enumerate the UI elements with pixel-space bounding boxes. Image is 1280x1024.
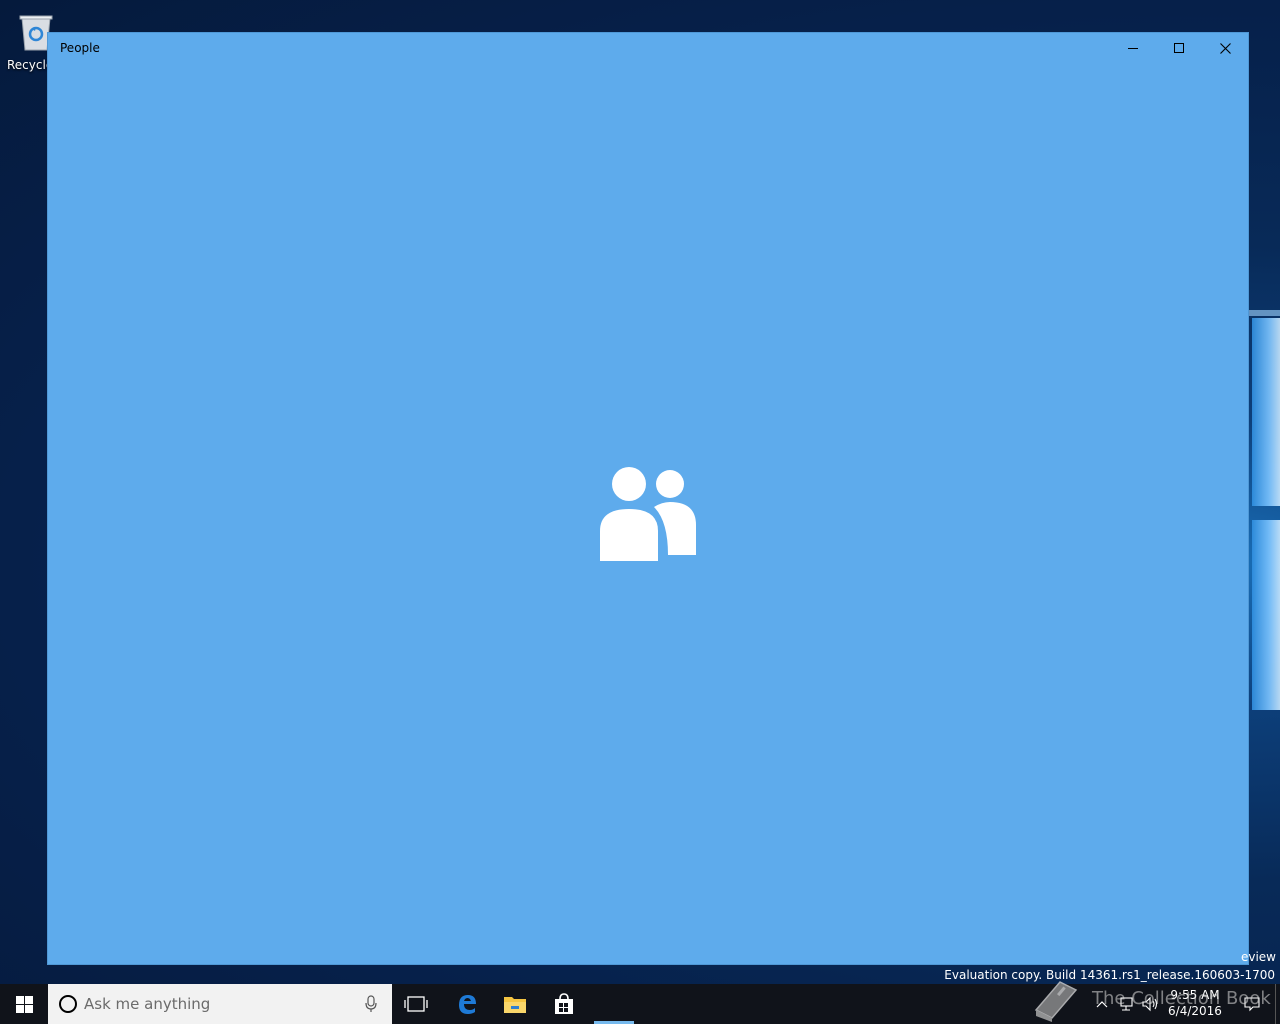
windows-logo-icon — [15, 995, 33, 1013]
start-button[interactable] — [0, 984, 48, 1024]
maximize-icon — [1174, 43, 1184, 53]
minimize-icon — [1128, 47, 1138, 49]
maximize-button[interactable] — [1156, 33, 1202, 63]
book-logo-icon — [1034, 981, 1078, 1022]
watermark-build-text: Evaluation copy. Build 14361.rs1_release… — [944, 968, 1275, 982]
cortana-icon[interactable] — [59, 995, 77, 1013]
search-placeholder: Ask me anything — [84, 995, 211, 1013]
people-taskbar-button[interactable] — [589, 984, 637, 1024]
microphone-icon[interactable] — [364, 995, 378, 1013]
window-titlebar[interactable]: People — [48, 33, 1248, 65]
edge-icon — [459, 995, 476, 1014]
minimize-button[interactable] — [1110, 33, 1156, 63]
task-view-icon — [404, 996, 428, 1012]
store-button[interactable] — [540, 984, 588, 1024]
close-button[interactable] — [1202, 33, 1248, 63]
people-app-window: People — [47, 32, 1249, 965]
people-splash-icon — [600, 467, 696, 561]
wallpaper-logo-pane-top — [1252, 318, 1280, 506]
file-explorer-button[interactable] — [491, 984, 539, 1024]
edge-button[interactable] — [443, 984, 491, 1024]
store-icon — [555, 993, 573, 1014]
wallpaper-logo-pane-bottom — [1252, 520, 1280, 710]
show-desktop-button[interactable] — [1275, 984, 1280, 1024]
file-explorer-icon — [504, 997, 526, 1013]
watermark-preview-text: eview — [1240, 950, 1276, 964]
window-title: People — [60, 41, 100, 55]
close-icon — [1219, 42, 1231, 54]
task-view-button[interactable] — [392, 984, 440, 1024]
search-box[interactable]: Ask me anything — [48, 984, 392, 1024]
wallpaper-highlight — [1249, 310, 1280, 316]
taskbar: Ask me anything 9:55 AM 6/4/2016 — [0, 984, 1280, 1024]
overlay-brand-text: The Collection Book — [1092, 988, 1271, 1009]
people-icon — [613, 1004, 614, 1005]
